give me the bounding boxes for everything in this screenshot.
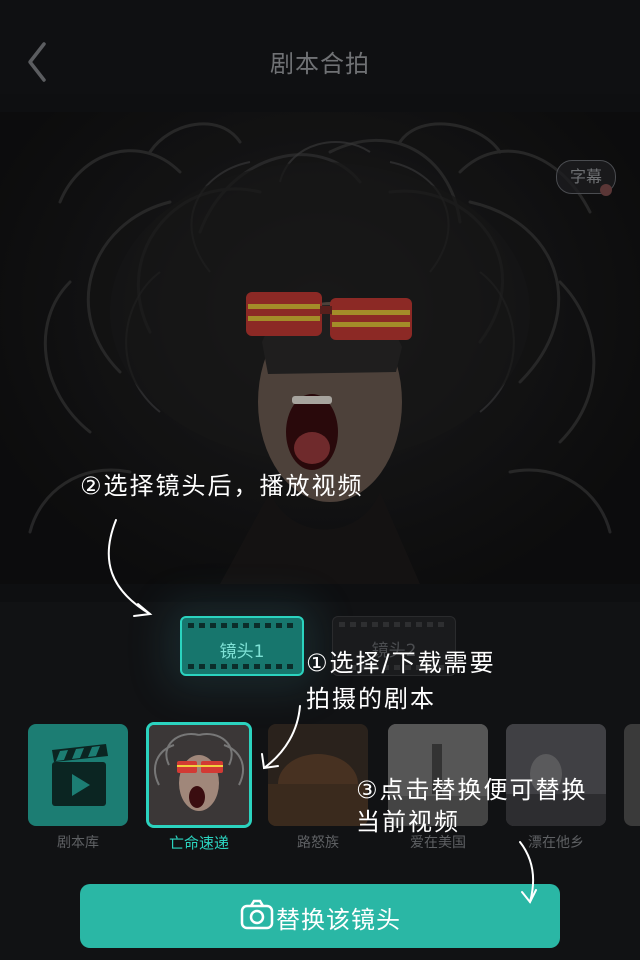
script-item-selected[interactable] (146, 722, 252, 828)
shot-tab-1[interactable]: 镜头1 (180, 616, 304, 676)
annotation-step-3-cont: 当前视频 (356, 808, 460, 836)
script-name: 路怒族 (297, 835, 339, 851)
script-name-selected: 亡命速递 (168, 834, 229, 852)
video-preview[interactable]: 字幕 (0, 112, 640, 584)
header-bar: 剧本合拍 (0, 0, 640, 94)
replace-shot-label: 替换该镜头 (276, 906, 401, 934)
shot-label: 镜头1 (219, 642, 265, 662)
annotation-step-3: ③点击替换便可替换 (356, 776, 588, 804)
video-frame-image (0, 112, 640, 584)
script-name: 漂在他乡 (528, 835, 584, 851)
script-name-library: 剧本库 (57, 835, 99, 851)
film-holes-icon (339, 622, 449, 627)
annotation-step-1: ①选择/下载需要 (306, 649, 496, 677)
script-item[interactable] (268, 724, 368, 826)
annotation-step-2: ②选择镜头后，播放视频 (80, 472, 364, 500)
film-holes-icon (188, 623, 296, 628)
camera-icon (240, 899, 274, 930)
page-title: 剧本合拍 (270, 50, 370, 78)
script-thumbnail (268, 724, 368, 826)
annotation-step-1-cont: 拍摄的剧本 (306, 685, 436, 713)
script-library-button[interactable] (28, 724, 128, 826)
clapperboard-icon (52, 744, 108, 806)
subtitle-indicator-icon (600, 184, 612, 196)
script-thumbnail (149, 725, 249, 825)
script-item-partial[interactable] (624, 724, 640, 826)
film-holes-icon (188, 664, 296, 669)
